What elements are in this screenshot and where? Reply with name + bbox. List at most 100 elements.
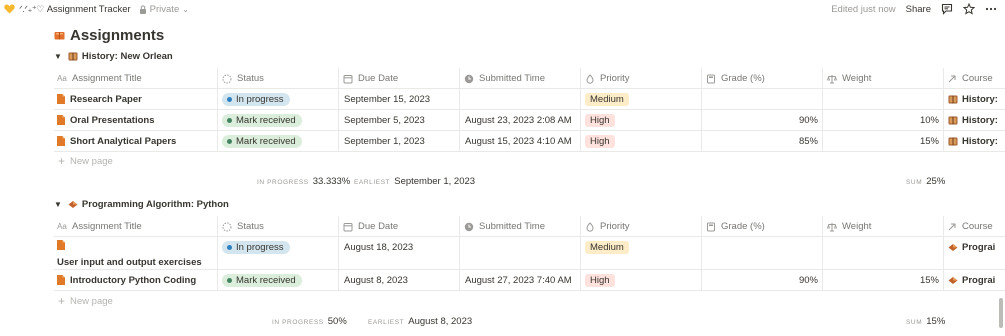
status-cell[interactable]: In progress	[222, 89, 290, 109]
table-header-row: Aa Assignment Title Status Due Date Submi…	[54, 216, 1005, 237]
book-icon	[54, 31, 65, 39]
calc-due-date[interactable]: EARLIEST September 1, 2023	[354, 176, 475, 190]
plus-icon: +	[58, 154, 66, 168]
course-cell[interactable]: Prograi	[948, 237, 995, 257]
course-link: History:	[962, 93, 998, 105]
calc-status[interactable]: IN PROGRESS 50%	[272, 316, 347, 330]
clock-icon	[464, 74, 474, 84]
status-cell[interactable]: Mark received	[222, 270, 302, 290]
heart-icon	[4, 4, 15, 14]
column-header-weight[interactable]: Weight	[827, 216, 871, 237]
due-date-cell[interactable]: September 1, 2023	[344, 131, 425, 151]
priority-cell[interactable]: High	[585, 110, 615, 130]
plus-icon: +	[58, 294, 66, 308]
column-header-submitted-time[interactable]: Submitted Time	[464, 68, 545, 89]
group-header-history[interactable]: ▼ History: New Orlean	[54, 49, 173, 63]
submitted-time-cell[interactable]: August 23, 2023 2:08 AM	[465, 110, 572, 130]
column-header-title[interactable]: Aa Assignment Title	[57, 216, 142, 237]
grade-cell[interactable]: 90%	[702, 110, 818, 130]
column-header-course[interactable]: Course	[947, 216, 993, 237]
row-title-cell: Introductory Python Coding	[57, 270, 196, 290]
column-header-priority[interactable]: Priority	[585, 68, 630, 89]
privacy-dropdown[interactable]: Private ⌄	[139, 4, 189, 15]
priority-cell[interactable]: Medium	[585, 237, 629, 257]
course-cell[interactable]: History:	[948, 89, 998, 109]
doc-icon	[57, 115, 65, 125]
star-icon[interactable]	[963, 3, 975, 15]
course-icon	[948, 243, 958, 251]
grade-cell[interactable]: 85%	[702, 131, 818, 151]
course-icon	[948, 276, 958, 284]
due-date-cell[interactable]: September 15, 2023	[344, 89, 430, 109]
weight-cell[interactable]	[823, 237, 939, 257]
text-type-icon: Aa	[57, 74, 67, 83]
course-cell[interactable]: History:	[948, 131, 998, 151]
status-badge: Mark received	[222, 273, 302, 287]
column-header-grade[interactable]: Grade (%)	[706, 68, 765, 89]
priority-cell[interactable]: High	[585, 270, 615, 290]
column-header-weight[interactable]: Weight	[827, 68, 871, 89]
weight-cell[interactable]	[823, 89, 939, 109]
priority-cell[interactable]: Medium	[585, 89, 629, 109]
calc-weight[interactable]: SUM 25%	[906, 176, 945, 190]
grade-cell[interactable]	[702, 237, 818, 257]
scrollbar-thumb[interactable]	[999, 298, 1003, 328]
calc-weight[interactable]: SUM 15%	[906, 316, 945, 330]
table-row[interactable]: Research Paper In progress September 15,…	[54, 89, 1005, 110]
clock-icon	[464, 222, 474, 232]
page-breadcrumb-title[interactable]: Assignment Tracker	[47, 4, 131, 15]
table-programming: Aa Assignment Title Status Due Date Submi…	[54, 216, 1005, 312]
doc-icon	[57, 94, 65, 104]
assignment-title[interactable]: Introductory Python Coding	[70, 275, 196, 286]
calc-status[interactable]: IN PROGRESS 33.333%	[257, 176, 350, 190]
course-cell[interactable]: Prograi	[948, 270, 995, 290]
row-title-cell: Research Paper	[57, 89, 142, 109]
column-header-title[interactable]: Aa Assignment Title	[57, 68, 142, 89]
column-header-status[interactable]: Status	[222, 68, 264, 89]
column-header-status[interactable]: Status	[222, 216, 264, 237]
new-page-button[interactable]: + New page	[58, 152, 113, 170]
column-header-priority[interactable]: Priority	[585, 216, 630, 237]
kaomoji-text[interactable]: ᐟ.ᐟ₊⁺♡	[19, 4, 44, 15]
due-date-cell[interactable]: August 8, 2023	[344, 270, 408, 290]
top-bar-actions: Edited just now Share	[831, 2, 997, 16]
table-row[interactable]: User input and output exercises In progr…	[54, 237, 1005, 270]
status-cell[interactable]: Mark received	[222, 110, 302, 130]
due-date-cell[interactable]: August 18, 2023	[344, 237, 413, 257]
calculator-icon	[706, 222, 716, 232]
assignment-title[interactable]: Oral Presentations	[70, 115, 154, 126]
calc-due-date[interactable]: EARLIEST August 8, 2023	[368, 316, 472, 330]
doc-icon	[57, 136, 65, 146]
collapse-caret-icon[interactable]: ▼	[54, 52, 62, 61]
submitted-time-cell[interactable]: August 15, 2023 4:10 AM	[465, 131, 572, 151]
grade-cell[interactable]: 90%	[702, 270, 818, 290]
course-link: History:	[962, 114, 998, 126]
assignment-title[interactable]: Research Paper	[70, 94, 142, 105]
column-header-due-date[interactable]: Due Date	[343, 216, 398, 237]
course-cell[interactable]: History:	[948, 110, 998, 130]
weight-cell[interactable]: 15%	[823, 270, 939, 290]
due-date-cell[interactable]: September 5, 2023	[344, 110, 425, 130]
weight-cell[interactable]: 10%	[823, 110, 939, 130]
table-row[interactable]: Short Analytical Papers Mark received Se…	[54, 131, 1005, 152]
collapse-caret-icon[interactable]: ▼	[54, 200, 62, 209]
grade-cell[interactable]	[702, 89, 818, 109]
column-header-grade[interactable]: Grade (%)	[706, 216, 765, 237]
group-header-programming[interactable]: ▼ Programming Algorithm: Python	[54, 197, 229, 211]
weight-cell[interactable]: 15%	[823, 131, 939, 151]
new-page-button[interactable]: + New page	[58, 292, 113, 310]
assignment-title[interactable]: Short Analytical Papers	[70, 136, 176, 147]
submitted-time-cell[interactable]: August 27, 2023 7:40 AM	[465, 270, 572, 290]
more-icon[interactable]	[985, 3, 997, 15]
column-header-course[interactable]: Course	[947, 68, 993, 89]
table-row[interactable]: Introductory Python Coding Mark received…	[54, 270, 1005, 291]
assignment-title[interactable]: User input and output exercises	[57, 257, 202, 268]
status-cell[interactable]: In progress	[222, 237, 290, 257]
column-header-submitted-time[interactable]: Submitted Time	[464, 216, 545, 237]
share-button[interactable]: Share	[906, 4, 931, 15]
priority-cell[interactable]: High	[585, 131, 615, 151]
column-header-due-date[interactable]: Due Date	[343, 68, 398, 89]
table-row[interactable]: Oral Presentations Mark received Septemb…	[54, 110, 1005, 131]
comment-icon[interactable]	[941, 3, 953, 15]
status-cell[interactable]: Mark received	[222, 131, 302, 151]
